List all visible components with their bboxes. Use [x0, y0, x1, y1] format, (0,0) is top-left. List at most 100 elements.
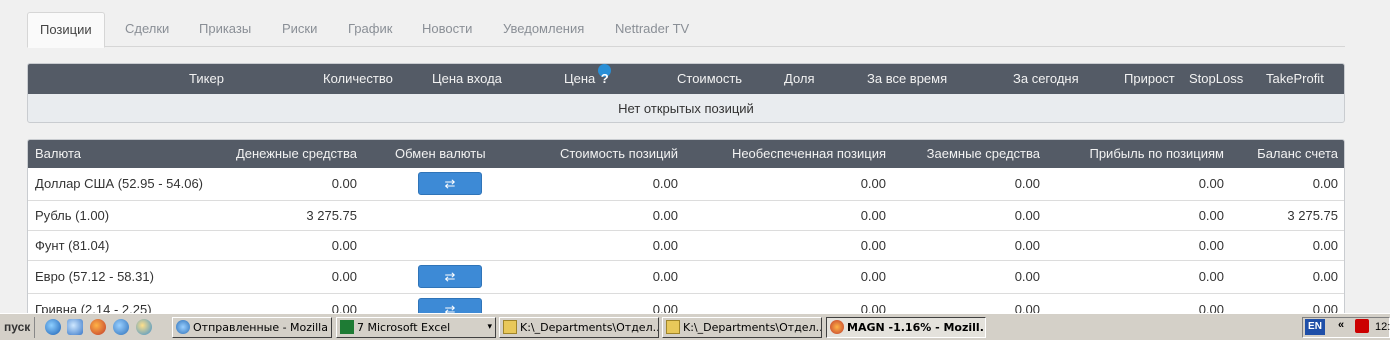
cash-value: 3 275.75 [306, 208, 357, 223]
task-label: K:\_Departments\Отдел... [683, 321, 822, 334]
uncovered-value: 0.00 [860, 269, 886, 284]
tab-orders[interactable]: Приказы [187, 12, 263, 47]
borrowed-value: 0.00 [1014, 208, 1040, 223]
currency-row: Доллар США (52.95 - 54.06) 0.00 ⇄ 0.00 0… [28, 168, 1344, 201]
firefox-icon [830, 320, 844, 334]
task-excel[interactable]: 7 Microsoft Excel ▾ [336, 317, 496, 338]
firefox-quicklaunch-icon[interactable] [90, 319, 106, 335]
task-label: MAGN -1.16% - Mozill... [847, 321, 986, 334]
task-firefox[interactable]: MAGN -1.16% - Mozill... [826, 317, 986, 338]
col-entry-price[interactable]: Цена входа [432, 64, 502, 94]
col-today[interactable]: За сегодня [1013, 64, 1079, 94]
tab-chart[interactable]: График [336, 12, 404, 47]
tab-deals[interactable]: Сделки [113, 12, 181, 47]
tab-positions[interactable]: Позиции [27, 12, 105, 48]
outlook-icon[interactable] [67, 319, 83, 335]
task-label: 7 Microsoft Excel [357, 321, 451, 334]
col-cash: Денежные средства [235, 146, 357, 161]
currency-name: Доллар США (52.95 - 54.06) [35, 176, 203, 191]
positions-value: 0.00 [652, 238, 678, 253]
positions-value: 0.00 [652, 208, 678, 223]
currency-row: Фунт (81.04) 0.00 0.00 0.00 0.00 0.00 0.… [28, 231, 1344, 261]
currency-row: Рубль (1.00) 3 275.75 0.00 0.00 0.00 0.0… [28, 201, 1344, 231]
col-share[interactable]: Доля [784, 64, 815, 94]
profit-value: 0.00 [1198, 269, 1224, 284]
ie-icon[interactable] [45, 319, 61, 335]
task-folder-2[interactable]: K:\_Departments\Отдел... [662, 317, 822, 338]
profit-value: 0.00 [1198, 176, 1224, 191]
positions-table: Тикер Количество Цена входа Цена? Стоимо… [27, 63, 1345, 123]
currency-name: Фунт (81.04) [35, 238, 110, 253]
currency-row: Гривна (2.14 - 2.25) 0.00 ⇄ 0.00 0.00 0.… [28, 294, 1344, 313]
currency-name: Гривна (2.14 - 2.25) [35, 302, 152, 313]
cash-value: 0.00 [331, 238, 357, 253]
exchange-icon: ⇄ [444, 269, 456, 284]
col-quantity[interactable]: Количество [323, 64, 393, 94]
clock[interactable]: 12: [1375, 317, 1390, 338]
start-button[interactable]: пуск [0, 317, 36, 338]
positions-value: 0.00 [652, 269, 678, 284]
profit-value: 0.00 [1198, 208, 1224, 223]
browser-quicklaunch-icon[interactable] [136, 319, 152, 335]
exchange-button[interactable]: ⇄ [418, 172, 482, 195]
cash-value: 0.00 [331, 176, 357, 191]
task-label: K:\_Departments\Отдел... [520, 321, 659, 334]
balance-value: 0.00 [1312, 269, 1338, 284]
task-label: Отправленные - Mozilla ... [193, 321, 332, 334]
currency-table: Валюта Денежные средства Обмен валюты Ст… [27, 139, 1345, 313]
tab-news[interactable]: Новости [410, 12, 484, 47]
borrowed-value: 0.00 [1014, 302, 1040, 313]
tab-notifications[interactable]: Уведомления [491, 12, 596, 47]
col-stoploss[interactable]: StopLoss [1189, 64, 1243, 94]
currency-name: Евро (57.12 - 58.31) [35, 269, 154, 284]
col-ticker[interactable]: Тикер [189, 64, 224, 94]
col-profit: Прибыль по позициям [1089, 146, 1224, 161]
exchange-button[interactable]: ⇄ [418, 298, 482, 313]
folder-icon [503, 320, 517, 334]
profit-value: 0.00 [1198, 302, 1224, 313]
balance-value: 3 275.75 [1287, 208, 1338, 223]
cash-value: 0.00 [331, 302, 357, 313]
borrowed-value: 0.00 [1014, 176, 1040, 191]
uncovered-value: 0.00 [860, 176, 886, 191]
currency-header: Валюта Денежные средства Обмен валюты Ст… [28, 140, 1344, 168]
no-positions-message: Нет открытых позиций [618, 101, 754, 116]
tab-bar: Позиции Сделки Приказы Риски График Ново… [27, 12, 1345, 48]
uncovered-value: 0.00 [860, 302, 886, 313]
excel-icon [340, 320, 354, 334]
col-growth[interactable]: Прирост [1124, 64, 1175, 94]
tab-nettrader-tv[interactable]: Nettrader TV [603, 12, 701, 47]
col-uncovered: Необеспеченная позиция [731, 146, 886, 161]
help-icon[interactable]: ? [598, 64, 612, 86]
chevron-down-icon: ▾ [487, 322, 492, 332]
balance-value: 0.00 [1312, 238, 1338, 253]
balance-value: 0.00 [1312, 176, 1338, 191]
thunderbird-quicklaunch-icon[interactable] [113, 319, 129, 335]
col-positions-value: Стоимость позиций [559, 146, 678, 161]
positions-header: Тикер Количество Цена входа Цена? Стоимо… [28, 64, 1344, 94]
uncovered-value: 0.00 [860, 238, 886, 253]
currency-name: Рубль (1.00) [35, 208, 110, 223]
taskbar: пуск Отправленные - Mozilla ... 7 Micros… [0, 313, 1390, 340]
col-price-label: Цена [564, 71, 596, 86]
tray-app-icon[interactable] [1355, 319, 1369, 333]
col-takeprofit[interactable]: TakeProfit [1266, 64, 1324, 94]
profit-value: 0.00 [1198, 238, 1224, 253]
task-thunderbird[interactable]: Отправленные - Mozilla ... [172, 317, 332, 338]
col-all-time[interactable]: За все время [867, 64, 947, 94]
exchange-button[interactable]: ⇄ [418, 265, 482, 288]
col-currency: Валюта [35, 146, 81, 161]
col-price[interactable]: Цена? [564, 64, 612, 94]
trading-page: Позиции Сделки Приказы Риски График Ново… [0, 0, 1390, 313]
exchange-icon: ⇄ [444, 302, 456, 313]
cash-value: 0.00 [331, 269, 357, 284]
tray-expand-icon[interactable]: « [1338, 319, 1344, 331]
tab-risks[interactable]: Риски [270, 12, 329, 47]
currency-row: Евро (57.12 - 58.31) 0.00 ⇄ 0.00 0.00 0.… [28, 261, 1344, 294]
folder-icon [666, 320, 680, 334]
col-exchange: Обмен валюты [395, 146, 486, 161]
col-borrowed: Заемные средства [926, 146, 1040, 161]
positions-value: 0.00 [652, 302, 678, 313]
task-folder-1[interactable]: K:\_Departments\Отдел... [499, 317, 659, 338]
col-value[interactable]: Стоимость [677, 64, 742, 94]
